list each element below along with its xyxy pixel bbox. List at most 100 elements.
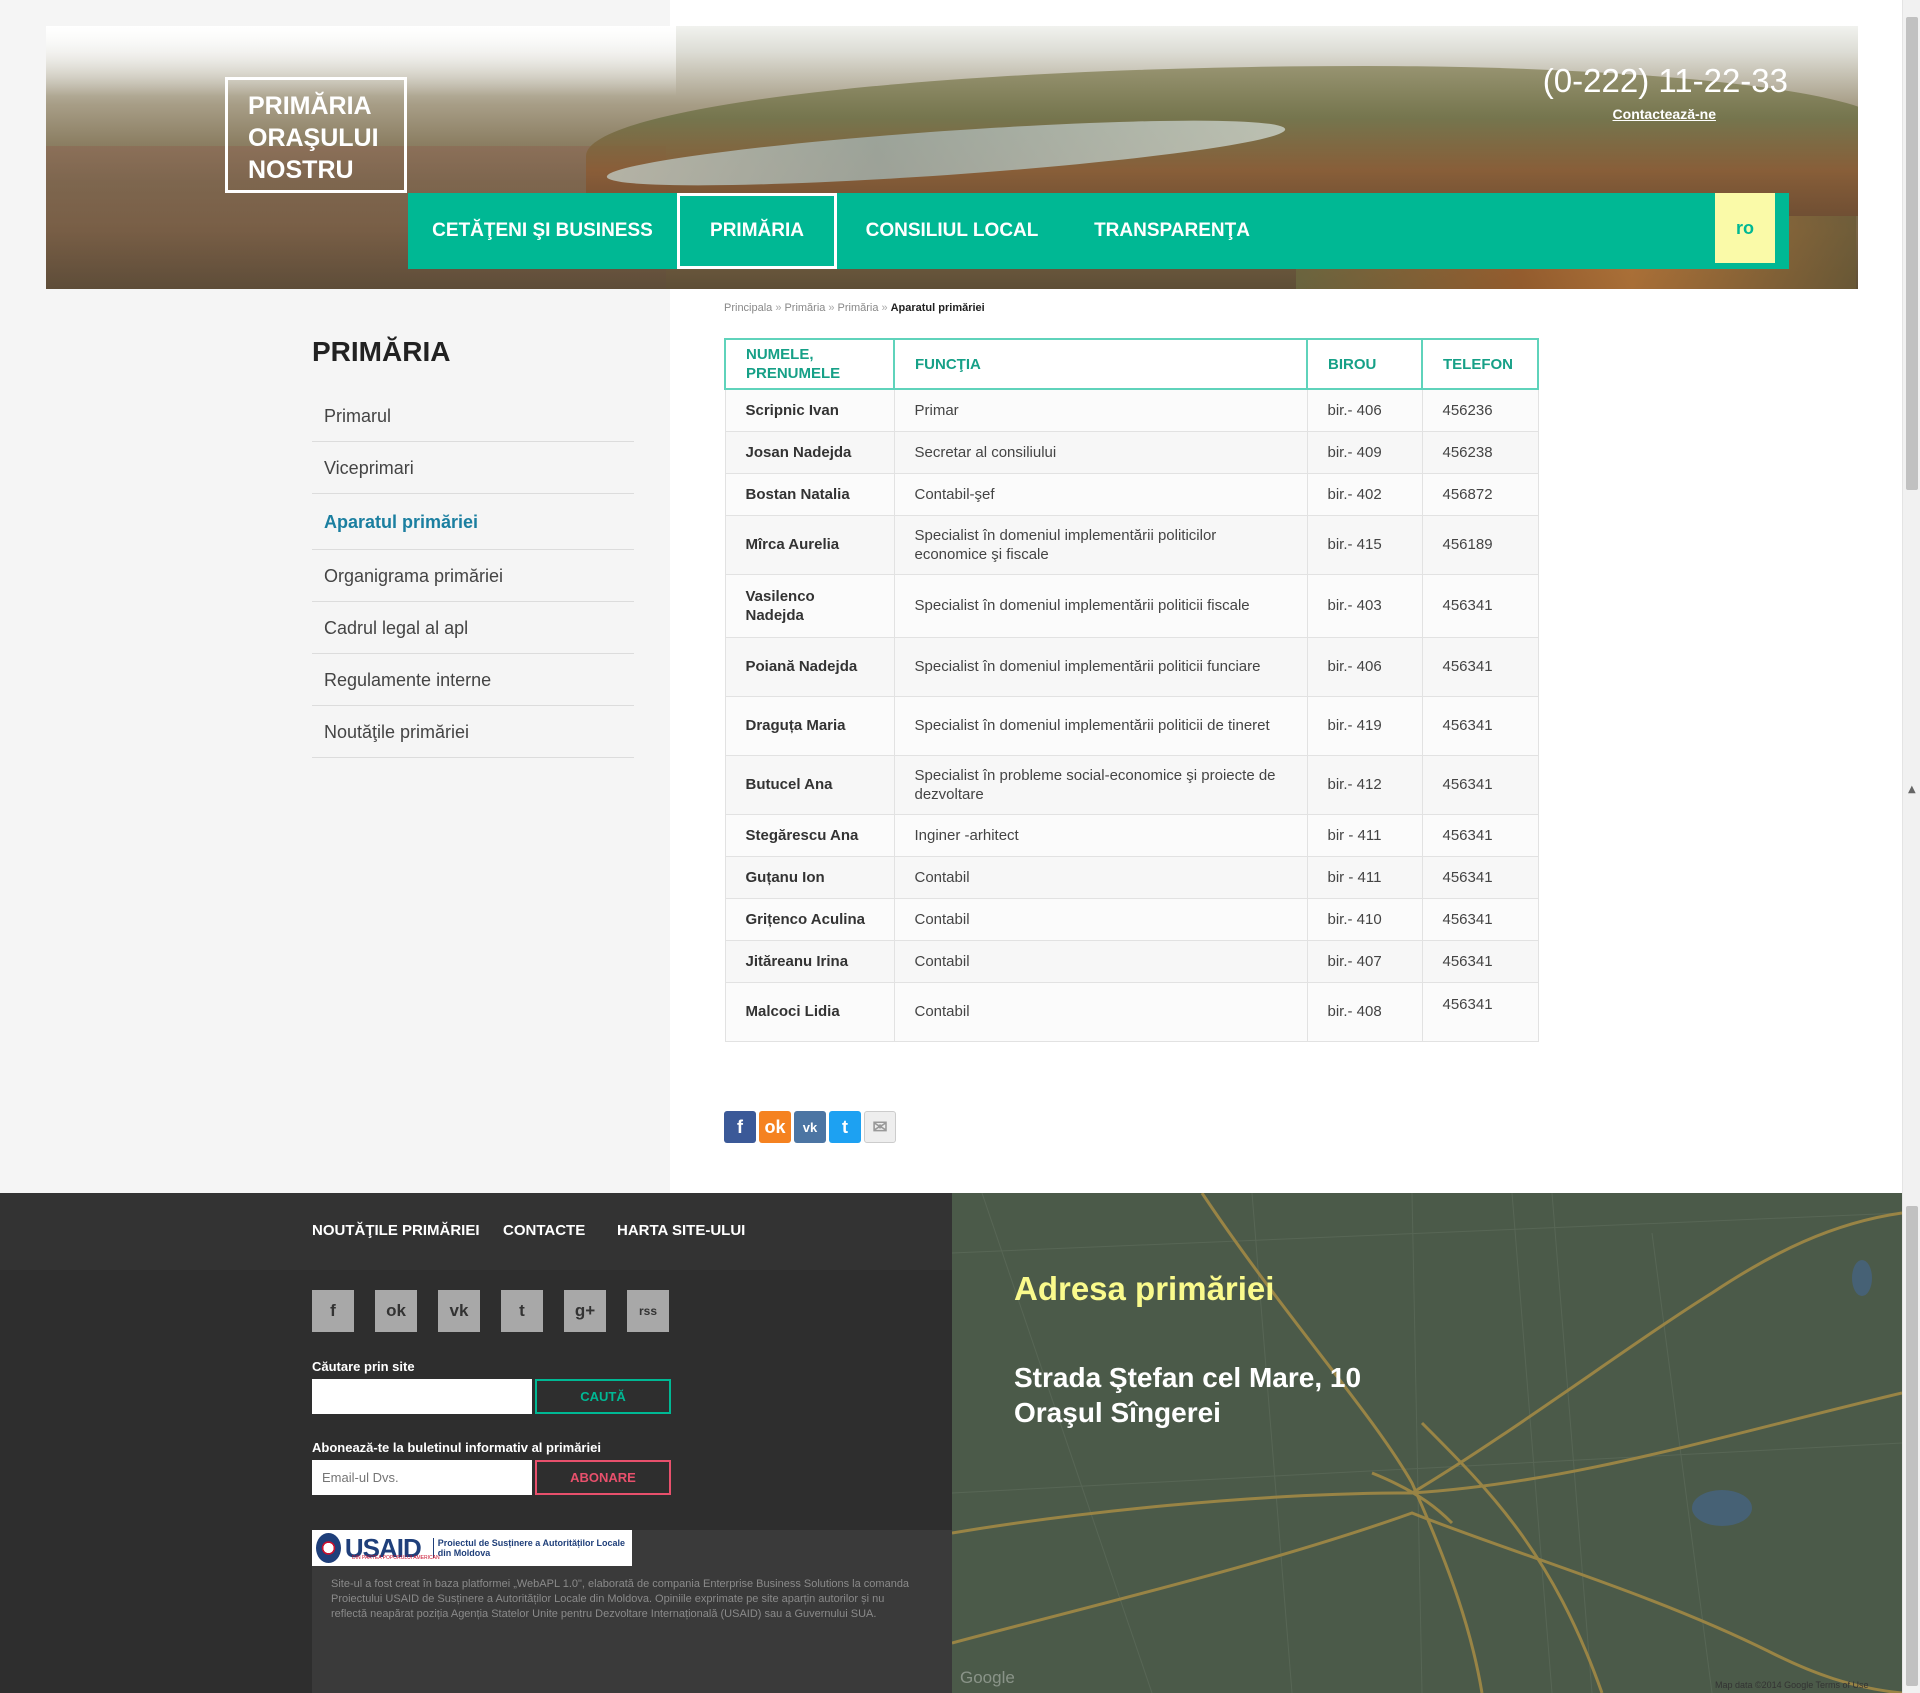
cell-office: bir.- 407	[1306, 939, 1423, 983]
sidebar-item-noutatile[interactable]: Noutăţile primăriei	[312, 706, 634, 758]
cell-function: Contabil	[893, 897, 1308, 941]
header-banner: PRIMĂRIA ORAŞULUI NOSTRU (0-222) 11-22-3…	[46, 26, 1858, 289]
sidebar-item-aparatul-primariei[interactable]: Aparatul primăriei	[312, 494, 634, 550]
cell-phone: 456341	[1421, 813, 1539, 857]
table-row: Scripnic Ivan Primar bir.- 406 456236	[724, 388, 1539, 432]
cell-function: Specialist în probleme social-economice …	[893, 754, 1308, 815]
cell-function: Contabil	[893, 939, 1308, 983]
map-credit[interactable]: Map data ©2014 Google Terms of Use	[1715, 1680, 1869, 1690]
table-row: Jităreanu Irina Contabil bir.- 407 45634…	[724, 939, 1539, 983]
search-button[interactable]: CAUTĂ	[535, 1379, 671, 1414]
footer-credits: Site-ul a fost creat în baza platformei …	[331, 1578, 910, 1620]
cell-name: Poiană Nadejda	[724, 636, 895, 697]
sidebar-item-primarul[interactable]: Primarul	[312, 390, 634, 442]
vk-icon[interactable]: vk	[794, 1111, 826, 1143]
cell-office: bir.- 415	[1306, 514, 1423, 575]
table-row: Poiană Nadejda Specialist în domeniul im…	[724, 636, 1539, 697]
cell-name: Scripnic Ivan	[724, 388, 895, 432]
cell-function: Inginer -arhitect	[893, 813, 1308, 857]
main-nav: CETĂŢENI ŞI BUSINESS PRIMĂRIA CONSILIUL …	[408, 193, 1789, 269]
cell-office: bir - 411	[1306, 855, 1423, 899]
cell-function: Secretar al consiliului	[893, 430, 1308, 474]
header-name: NUMELE, PRENUMELE	[724, 338, 895, 390]
scrollbar-thumb-2[interactable]	[1906, 1206, 1918, 1686]
cell-name: Bostan Natalia	[724, 472, 895, 516]
cell-name: Mîrca Aurelia	[724, 514, 895, 575]
cell-function: Specialist în domeniul implementării pol…	[893, 573, 1308, 638]
table-row: Josan Nadejda Secretar al consiliului bi…	[724, 430, 1539, 474]
cell-function: Specialist în domeniul implementării pol…	[893, 695, 1308, 756]
table-row: Malcoci Lidia Contabil bir.- 408 456341	[724, 981, 1539, 1042]
footer-odnoklassniki-icon[interactable]: ok	[375, 1290, 417, 1332]
sidebar-item-cadrul-legal[interactable]: Cadrul legal al apl	[312, 602, 634, 654]
cell-function: Contabil	[893, 981, 1308, 1042]
subscribe-label: Abonează-te la buletinul informativ al p…	[312, 1440, 601, 1455]
cell-phone: 456341	[1421, 695, 1539, 756]
header-phone: TELEFON	[1421, 338, 1539, 390]
cell-office: bir.- 412	[1306, 754, 1423, 815]
cell-phone: 456872	[1421, 472, 1539, 516]
header-office: BIROU	[1306, 338, 1423, 390]
logo-line-3: NOSTRU	[248, 156, 354, 184]
nav-item-cetateni-business[interactable]: CETĂŢENI ŞI BUSINESS	[408, 193, 677, 269]
table-row: Stegărescu Ana Inginer -arhitect bir - 4…	[724, 813, 1539, 857]
cell-function: Primar	[893, 388, 1308, 432]
sidebar-item-viceprimari[interactable]: Viceprimari	[312, 442, 634, 494]
map-google-logo: Google	[960, 1668, 1015, 1687]
cell-phone: 456341	[1421, 754, 1539, 815]
contact-link[interactable]: Contactează-ne	[1613, 106, 1716, 122]
odnoklassniki-icon[interactable]: ok	[759, 1111, 791, 1143]
breadcrumb-primaria-2[interactable]: Primăria	[838, 302, 879, 314]
site-logo[interactable]: PRIMĂRIA ORAŞULUI NOSTRU	[225, 77, 407, 193]
cell-phone: 456341	[1421, 855, 1539, 899]
breadcrumb-principala[interactable]: Principala	[724, 302, 772, 314]
cell-office: bir.- 402	[1306, 472, 1423, 516]
cell-office: bir.- 408	[1306, 981, 1423, 1042]
cell-name: Grițenco Aculina	[724, 897, 895, 941]
cell-phone: 456341	[1421, 897, 1539, 941]
language-switch[interactable]: ro	[1715, 193, 1775, 263]
table-row: Vasilenco Nadejda Specialist în domeniul…	[724, 573, 1539, 638]
usaid-seal-icon	[316, 1533, 341, 1563]
footer-twitter-icon[interactable]: t	[501, 1290, 543, 1332]
table-row: Guțanu Ion Contabil bir - 411 456341	[724, 855, 1539, 899]
footer-google-plus-icon[interactable]: g+	[564, 1290, 606, 1332]
cell-office: bir.- 409	[1306, 430, 1423, 474]
nav-item-transparenta[interactable]: TRANSPARENŢA	[1067, 193, 1277, 269]
scrollbar[interactable]: ▲	[1902, 0, 1920, 1693]
cell-office: bir - 411	[1306, 813, 1423, 857]
cell-phone: 456236	[1421, 388, 1539, 432]
breadcrumb: Principala» Primăria» Primăria» Aparatul pr…	[724, 302, 985, 314]
breadcrumb-primaria[interactable]: Primăria	[784, 302, 825, 314]
footer-rss-icon[interactable]: rss	[627, 1290, 669, 1332]
map[interactable]	[952, 1193, 1902, 1693]
facebook-icon[interactable]: f	[724, 1111, 756, 1143]
cell-function: Specialist în domeniul implementării pol…	[893, 636, 1308, 697]
nav-item-primaria[interactable]: PRIMĂRIA	[677, 193, 837, 269]
search-input[interactable]	[312, 1379, 532, 1414]
table-header-row: NUMELE, PRENUMELE FUNCŢIA BIROU TELEFON	[724, 338, 1539, 390]
footer-facebook-icon[interactable]: f	[312, 1290, 354, 1332]
sidebar-item-organigrama[interactable]: Organigrama primăriei	[312, 550, 634, 602]
subscribe-button[interactable]: ABONARE	[535, 1460, 671, 1495]
scroll-up-icon[interactable]: ▲	[1908, 785, 1916, 795]
cell-name: Malcoci Lidia	[724, 981, 895, 1042]
cell-phone: 456189	[1421, 514, 1539, 575]
cell-office: bir.- 406	[1306, 388, 1423, 432]
cell-phone: 456341	[1421, 573, 1539, 638]
twitter-icon[interactable]: t	[829, 1111, 861, 1143]
map-address: Strada Ştefan cel Mare, 10 Oraşul Sînger…	[1014, 1360, 1361, 1430]
scrollbar-thumb[interactable]	[1906, 17, 1918, 490]
breadcrumb-current: Aparatul primăriei	[890, 302, 985, 314]
footer-nav-noutatile[interactable]: NOUTĂŢILE PRIMĂRIEI	[312, 1222, 480, 1239]
cell-name: Jităreanu Irina	[724, 939, 895, 983]
footer-nav-contacte[interactable]: CONTACTE	[503, 1222, 585, 1239]
sidebar-item-regulamente[interactable]: Regulamente interne	[312, 654, 634, 706]
footer-nav-harta[interactable]: HARTA SITE-ULUI	[617, 1222, 745, 1239]
usaid-logo[interactable]: USAID DIN PARTEA POPORULUI AMERICAN Proi…	[312, 1530, 632, 1566]
footer-vk-icon[interactable]: vk	[438, 1290, 480, 1332]
email-icon[interactable]: ✉	[864, 1111, 896, 1143]
nav-item-consiliul-local[interactable]: CONSILIUL LOCAL	[837, 193, 1067, 269]
subscribe-email-input[interactable]	[312, 1460, 532, 1495]
cell-phone: 456341	[1421, 981, 1539, 1042]
